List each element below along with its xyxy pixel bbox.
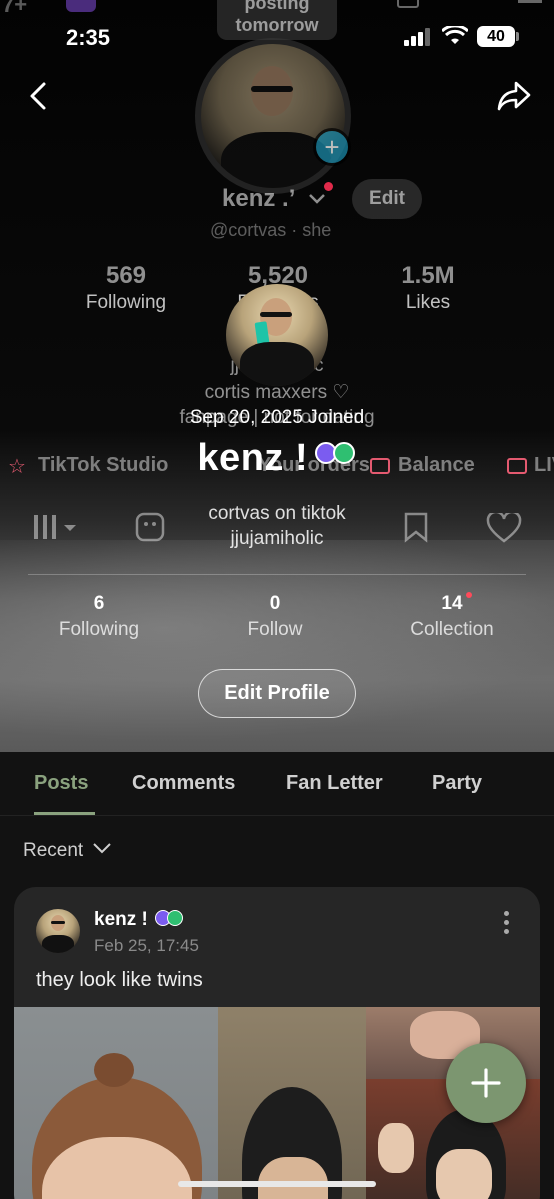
battery-tip bbox=[516, 32, 519, 41]
note-line-1: posting bbox=[244, 0, 310, 13]
tiktok-stat-following: 569 Following bbox=[76, 262, 176, 314]
stat-label: Likes bbox=[405, 292, 451, 313]
profile-name: kenz ! bbox=[197, 437, 309, 479]
wifi-icon bbox=[440, 24, 470, 51]
collection-new-dot bbox=[466, 592, 472, 598]
chevron-down-icon bbox=[93, 843, 112, 854]
signal-icon bbox=[404, 28, 432, 51]
more-options-icon[interactable] bbox=[504, 911, 510, 934]
profile-header: 7+ 2:35 40 posting tomorrow + kenz .’ Ed… bbox=[0, 0, 554, 752]
stat-value: 0 bbox=[269, 593, 281, 614]
stat-following[interactable]: 6 Following bbox=[44, 593, 154, 641]
tab-posts[interactable]: Posts bbox=[34, 772, 88, 795]
ghost-app-badge bbox=[66, 0, 96, 12]
bio-line-2: jjujamiholic bbox=[230, 528, 324, 549]
profile-avatar[interactable] bbox=[226, 284, 328, 386]
note-line-2: tomorrow bbox=[235, 15, 319, 35]
add-story-plus-icon[interactable]: + bbox=[313, 128, 351, 166]
divider bbox=[28, 574, 526, 575]
stat-value: 6 bbox=[93, 593, 105, 614]
stat-label: Following bbox=[85, 292, 167, 313]
green-heart-badge-icon bbox=[167, 910, 184, 926]
sort-dropdown[interactable]: Recent bbox=[23, 840, 112, 862]
profile-tabs: Posts Comments Fan Letter Party bbox=[0, 752, 554, 816]
post-photo-1[interactable] bbox=[14, 1007, 218, 1199]
stat-label: Follow bbox=[247, 619, 303, 640]
notification-dot bbox=[324, 182, 333, 191]
stat-value: 1.5M bbox=[401, 262, 455, 289]
battery-icon: 40 bbox=[477, 26, 515, 47]
post-author-avatar[interactable] bbox=[36, 909, 80, 953]
chevron-down-icon[interactable] bbox=[307, 192, 327, 211]
tiktok-edit-button[interactable]: Edit bbox=[352, 179, 422, 219]
post-photo-2[interactable] bbox=[218, 1007, 366, 1199]
tiktok-name: kenz .’ bbox=[222, 185, 296, 212]
stat-label: Collection bbox=[410, 619, 494, 640]
stat-value: 569 bbox=[105, 262, 147, 289]
green-heart-badge-icon bbox=[332, 442, 355, 464]
battery-level: 40 bbox=[487, 27, 505, 45]
status-time: 2:35 bbox=[66, 25, 111, 50]
tab-comments[interactable]: Comments bbox=[132, 772, 235, 795]
share-arrow-icon[interactable] bbox=[496, 80, 532, 112]
sort-label: Recent bbox=[23, 840, 84, 861]
ghost-menu-icon bbox=[518, 0, 542, 3]
create-post-plus-button[interactable] bbox=[446, 1043, 526, 1123]
tiktok-stat-likes: 1.5M Likes bbox=[378, 262, 478, 314]
profile-name-row: kenz ! bbox=[0, 437, 554, 480]
author-name-text: kenz ! bbox=[94, 909, 148, 930]
bio-line-1: cortvas on tiktok bbox=[208, 503, 346, 524]
tiktok-handle: @cortvas · she bbox=[210, 220, 332, 240]
note-bubble: posting tomorrow bbox=[217, 0, 337, 40]
joined-date: Sep 20, 2025 Joined bbox=[189, 407, 365, 428]
tiktok-avatar bbox=[195, 38, 351, 194]
plus-icon bbox=[471, 1068, 501, 1098]
stat-follow[interactable]: 0 Follow bbox=[220, 593, 330, 641]
edit-profile-button[interactable]: Edit Profile bbox=[198, 669, 356, 718]
post-timestamp: Feb 25, 17:45 bbox=[94, 936, 199, 955]
blurred-background bbox=[0, 540, 554, 752]
post-card[interactable]: kenz ! Feb 25, 17:45 they look like twin… bbox=[14, 887, 540, 1199]
stat-collection[interactable]: 14 Collection bbox=[397, 593, 507, 641]
author-badges bbox=[153, 910, 184, 926]
home-indicator[interactable] bbox=[178, 1181, 376, 1187]
verified-badges bbox=[314, 440, 357, 464]
back-chevron-icon[interactable] bbox=[24, 80, 52, 112]
stat-value: 14 bbox=[441, 593, 463, 614]
stat-label: Following bbox=[58, 619, 140, 640]
ghost-status-text: 7+ bbox=[2, 0, 28, 17]
post-text: they look like twins bbox=[36, 969, 203, 991]
post-author-name: kenz ! bbox=[94, 909, 184, 931]
ghost-window-icon bbox=[397, 0, 419, 8]
tab-fan-letter[interactable]: Fan Letter bbox=[286, 772, 383, 795]
active-tab-indicator bbox=[34, 812, 95, 815]
tab-party[interactable]: Party bbox=[432, 772, 482, 795]
